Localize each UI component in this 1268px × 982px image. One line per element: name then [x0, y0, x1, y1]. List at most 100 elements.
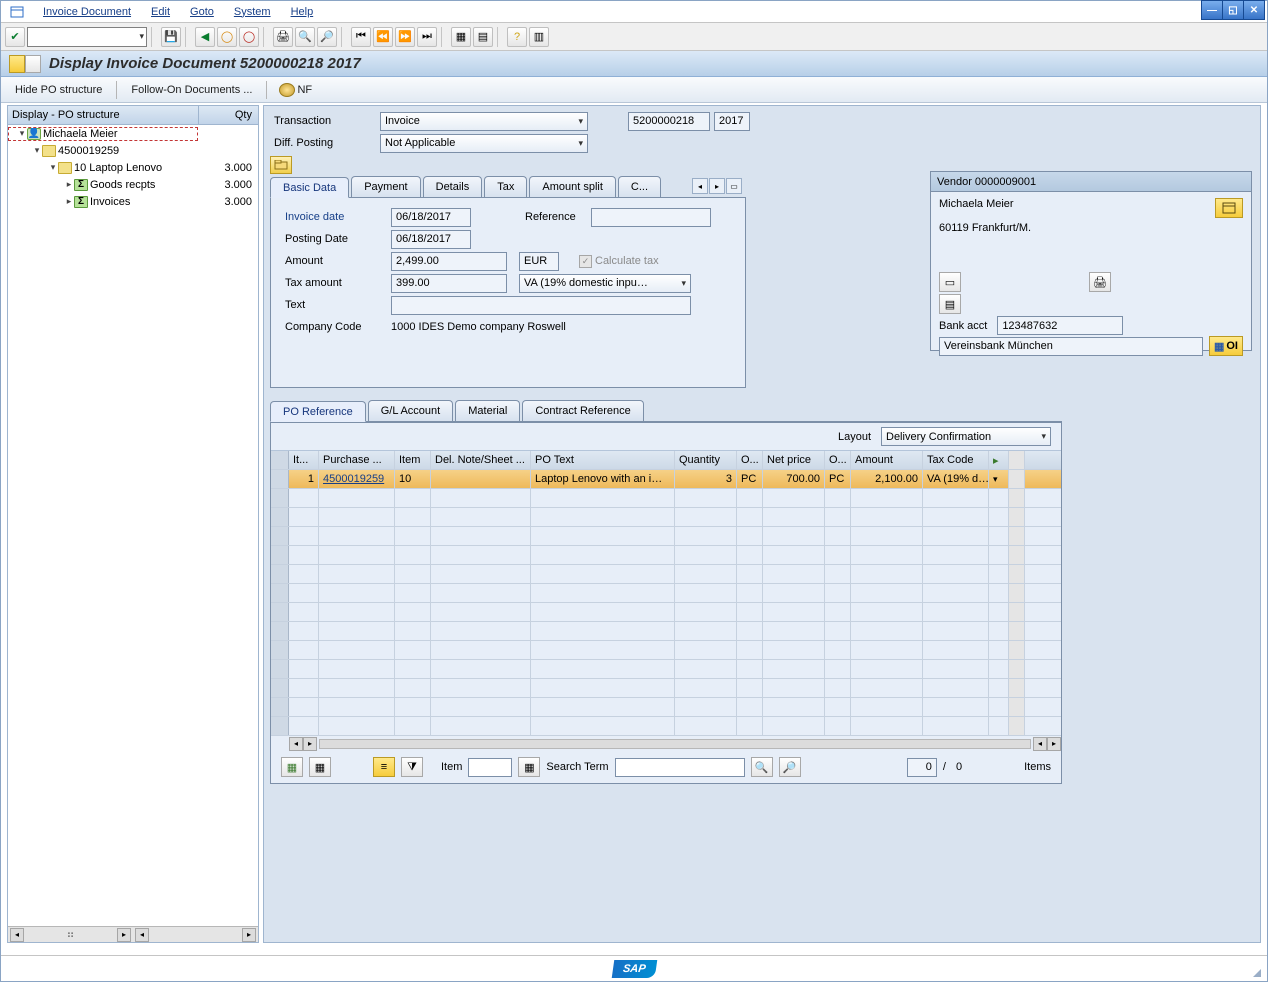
scroll-right-icon[interactable]: ▸: [117, 928, 131, 942]
tab-basic-data[interactable]: Basic Data: [270, 177, 349, 198]
table-row[interactable]: [271, 546, 1061, 565]
scroll-left-icon[interactable]: ◂: [135, 928, 149, 942]
window-close-button[interactable]: ✕: [1243, 0, 1265, 20]
table-row[interactable]: [271, 660, 1061, 679]
tab-c-[interactable]: C...: [618, 176, 661, 197]
command-field[interactable]: [27, 27, 147, 47]
tax-amount-field[interactable]: [391, 274, 507, 293]
grid-deselect-button[interactable]: ▦: [309, 757, 331, 777]
cell-it[interactable]: 1: [289, 470, 319, 488]
table-row[interactable]: [271, 489, 1061, 508]
table-row[interactable]: [271, 622, 1061, 641]
cell-tax-dropdown-icon[interactable]: ▾: [989, 470, 1009, 488]
menu-invoice-document[interactable]: Invoice Document: [33, 4, 141, 20]
grid-body[interactable]: 1450001925910Laptop Lenovo with an i…3PC…: [271, 470, 1061, 736]
tax-code-dropdown[interactable]: VA (19% domestic inpu…: [519, 274, 691, 293]
expander-icon[interactable]: ▸: [64, 179, 74, 190]
nf-button[interactable]: NF: [279, 83, 312, 97]
tree-row[interactable]: ▸ΣGoods recpts3.000: [8, 176, 258, 193]
invoice-date-field[interactable]: [391, 208, 471, 227]
grid-sort-button[interactable]: ≡: [373, 757, 395, 777]
row-selector[interactable]: [271, 508, 289, 526]
expander-icon[interactable]: ▾: [17, 128, 27, 139]
vendor-form-button[interactable]: ▤: [939, 294, 961, 314]
save-icon[interactable]: 💾: [161, 27, 181, 47]
table-row[interactable]: [271, 679, 1061, 698]
table-row[interactable]: 1450001925910Laptop Lenovo with an i…3PC…: [271, 470, 1061, 489]
row-selector[interactable]: [271, 603, 289, 621]
menu-system[interactable]: System: [224, 4, 281, 20]
document-number-field[interactable]: [628, 112, 710, 131]
prev-page-icon[interactable]: ⏪: [373, 27, 393, 47]
layout-icon[interactable]: ▥: [529, 27, 549, 47]
window-restore-button[interactable]: ◱: [1222, 0, 1244, 20]
grid-config-icon[interactable]: ▸: [989, 451, 1009, 469]
last-page-icon[interactable]: ⏭: [417, 27, 437, 47]
collapse-header-button[interactable]: [270, 156, 292, 174]
transaction-dropdown[interactable]: Invoice: [380, 112, 588, 131]
expander-icon[interactable]: ▸: [64, 196, 74, 207]
table-row[interactable]: [271, 508, 1061, 527]
menu-edit[interactable]: Edit: [141, 4, 180, 20]
tab-details[interactable]: Details: [423, 176, 483, 197]
window-minimize-button[interactable]: —: [1201, 0, 1223, 20]
enter-icon[interactable]: ✔: [5, 27, 25, 47]
layout-dropdown[interactable]: Delivery Confirmation: [881, 427, 1051, 446]
table-row[interactable]: [271, 565, 1061, 584]
table-row[interactable]: [271, 641, 1061, 660]
posting-date-field[interactable]: [391, 230, 471, 249]
follow-on-documents-button[interactable]: Follow-On Documents ...: [129, 82, 254, 98]
row-selector[interactable]: [271, 546, 289, 564]
tab-amount-split[interactable]: Amount split: [529, 176, 616, 197]
row-selector[interactable]: [271, 527, 289, 545]
oi-button[interactable]: ▦ OI: [1209, 336, 1243, 356]
grid-scroll-left2-icon[interactable]: ◂: [1033, 737, 1047, 751]
tree-row[interactable]: ▾10 Laptop Lenovo3.000: [8, 159, 258, 176]
tab-tax[interactable]: Tax: [484, 176, 527, 197]
find-next-icon[interactable]: 🔎: [317, 27, 337, 47]
po-structure-tree[interactable]: ▾👤Michaela Meier▾4500019259▾10 Laptop Le…: [8, 125, 258, 926]
table-row[interactable]: [271, 717, 1061, 736]
item-number-input[interactable]: [468, 758, 512, 777]
row-selector[interactable]: [271, 641, 289, 659]
scroll-right-icon[interactable]: ▸: [242, 928, 256, 942]
cell-ou1[interactable]: PC: [737, 470, 763, 488]
grid-header-item[interactable]: Item: [395, 451, 431, 469]
table-row[interactable]: [271, 698, 1061, 717]
vendor-address-button[interactable]: ▭: [939, 272, 961, 292]
scroll-left-icon[interactable]: ◂: [10, 928, 24, 942]
menu-help[interactable]: Help: [281, 4, 324, 20]
search-term-input[interactable]: [615, 758, 745, 777]
tab-contract-reference[interactable]: Contract Reference: [522, 400, 643, 421]
grid-rowselector-header[interactable]: [271, 451, 289, 469]
tree-row[interactable]: ▾4500019259: [8, 142, 258, 159]
help-icon[interactable]: ?: [507, 27, 527, 47]
grid-scroll-right-icon[interactable]: ▸: [303, 737, 317, 751]
tab-list-icon[interactable]: ▭: [726, 178, 742, 194]
row-selector[interactable]: [271, 565, 289, 583]
grid-selectall-button[interactable]: ▦: [281, 757, 303, 777]
grid-header-amount[interactable]: Amount: [851, 451, 923, 469]
shortcut-icon[interactable]: ▤: [473, 27, 493, 47]
table-row[interactable]: [271, 603, 1061, 622]
amount-field[interactable]: [391, 252, 507, 271]
cell-tax[interactable]: VA (19% d…: [923, 470, 989, 488]
row-selector[interactable]: [271, 660, 289, 678]
next-page-icon[interactable]: ⏩: [395, 27, 415, 47]
cell-amount[interactable]: 2,100.00: [851, 470, 923, 488]
bank-acct-field[interactable]: [997, 316, 1123, 335]
table-row[interactable]: [271, 584, 1061, 603]
tab-payment[interactable]: Payment: [351, 176, 420, 197]
find-icon[interactable]: 🔍: [295, 27, 315, 47]
print-icon[interactable]: 🖨: [273, 27, 293, 47]
vendor-display-button[interactable]: [1215, 198, 1243, 218]
tree-row[interactable]: ▾👤Michaela Meier: [8, 125, 258, 142]
grid-header-o-[interactable]: O...: [737, 451, 763, 469]
fiscal-year-field[interactable]: [714, 112, 750, 131]
sap-menu-icon[interactable]: [9, 4, 25, 20]
grid-header-it-[interactable]: It...: [289, 451, 319, 469]
back-icon[interactable]: ◀: [195, 27, 215, 47]
expander-icon[interactable]: ▾: [48, 162, 58, 173]
grid-filter-button[interactable]: ⧩: [401, 757, 423, 777]
tab-g-l-account[interactable]: G/L Account: [368, 400, 454, 421]
